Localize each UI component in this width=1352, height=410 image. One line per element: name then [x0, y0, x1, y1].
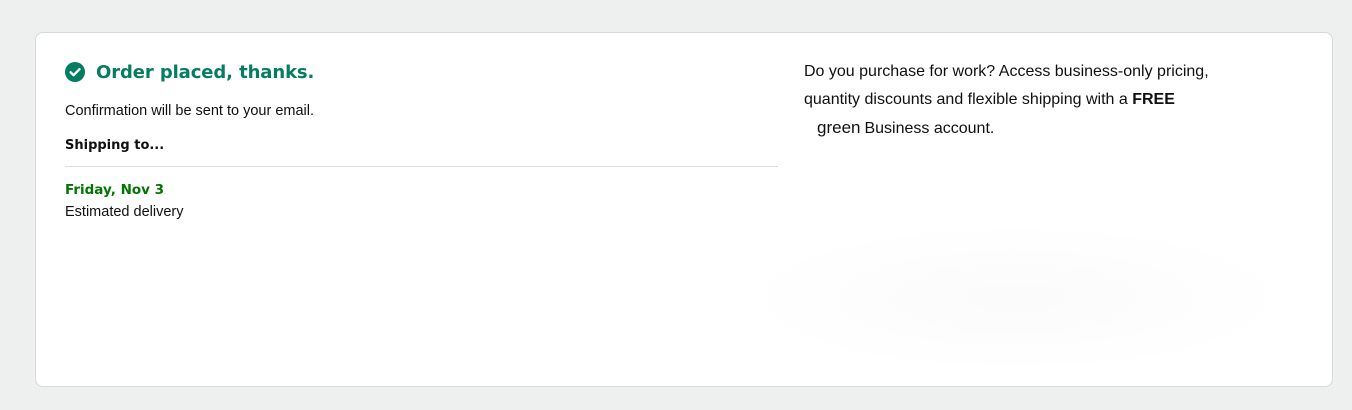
shipping-to-heading: Shipping to... — [65, 137, 778, 167]
delivery-date: Friday, Nov 3 — [65, 182, 165, 198]
promo-green-word: green — [817, 118, 861, 137]
promo-business-account-text: Business account. — [864, 120, 995, 137]
order-status-section: Order placed, thanks. Confirmation will … — [65, 58, 778, 221]
order-success-title: Order placed, thanks. — [96, 61, 315, 83]
promo-line-3: green Business account. — [804, 114, 1284, 143]
promo-free-label: FREE — [1132, 91, 1175, 108]
order-success-header: Order placed, thanks. — [65, 58, 778, 86]
confirmation-message: Confirmation will be sent to your email. — [65, 103, 315, 119]
promo-line-1: Do you purchase for work? Access busines… — [804, 63, 1209, 80]
background-smudge — [736, 223, 1296, 373]
delivery-label: Estimated delivery — [65, 204, 184, 220]
promo-line-2: quantity discounts and flexible shipping… — [804, 86, 1284, 114]
check-circle-icon — [65, 62, 85, 82]
business-promo: Do you purchase for work? Access busines… — [804, 58, 1284, 143]
promo-line-2-text: quantity discounts and flexible shipping… — [804, 91, 1133, 108]
order-confirmation-card: Order placed, thanks. Confirmation will … — [35, 32, 1333, 387]
